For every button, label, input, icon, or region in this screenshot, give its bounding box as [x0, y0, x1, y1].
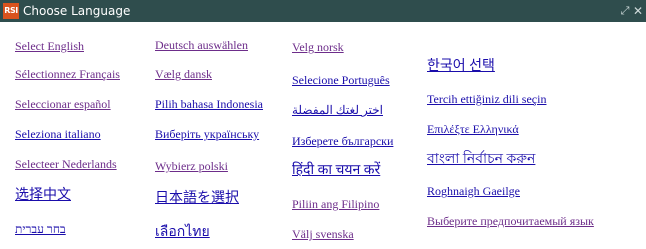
language-option-norwegian[interactable]: Velg norsk [292, 40, 344, 54]
language-option-dutch[interactable]: Selecteer Nederlands [15, 157, 117, 171]
language-option-portuguese[interactable]: Selecione Português [292, 73, 390, 87]
language-option-arabic[interactable]: اختر لغتك المفضلة [292, 103, 383, 117]
language-option-chinese[interactable]: 选择中文 [15, 188, 71, 204]
language-option-danish[interactable]: Vælg dansk [155, 67, 212, 81]
language-option-russian[interactable]: Выберите предпочитаемый язык [427, 214, 594, 228]
language-option-turkish[interactable]: Tercih ettiğiniz dili seçin [427, 92, 546, 106]
language-option-english[interactable]: Select English [15, 39, 84, 53]
language-option-hindi[interactable]: हिंदी का चयन करें [292, 163, 380, 179]
rsi-logo-icon: RSI [3, 3, 19, 19]
language-option-polish[interactable]: Wybierz polski [155, 159, 228, 173]
close-icon[interactable]: ✕ [631, 0, 645, 22]
language-options: Select English Sélectionnez Français Sel… [0, 22, 646, 249]
title-bar[interactable]: RSI Choose Language ⤢ ✕ [0, 0, 646, 22]
language-option-ukrainian[interactable]: Виберіть українську [155, 127, 259, 141]
language-option-filipino[interactable]: Piliin ang Filipino [292, 197, 379, 211]
language-option-italian[interactable]: Seleziona italiano [15, 127, 101, 141]
window-title: Choose Language [23, 4, 131, 18]
language-option-indonesian[interactable]: Pilih bahasa Indonesia [155, 97, 263, 111]
language-option-swedish[interactable]: Välj svenska [292, 227, 354, 241]
language-option-thai[interactable]: เลือกไทย [155, 225, 210, 241]
language-option-irish[interactable]: Roghnaigh Gaeilge [427, 184, 520, 198]
language-option-korean[interactable]: 한국어 선택 [427, 59, 495, 75]
language-option-french[interactable]: Sélectionnez Français [15, 67, 120, 81]
language-option-japanese[interactable]: 日本語を選択 [155, 191, 239, 207]
maximize-icon[interactable]: ⤢ [618, 0, 632, 22]
language-option-bengali[interactable]: বাংলা নির্বাচন করুন [427, 152, 535, 168]
language-option-spanish[interactable]: Seleccionar español [15, 97, 111, 111]
language-option-greek[interactable]: Επιλέξτε Ελληνικά [427, 122, 519, 136]
language-option-bulgarian[interactable]: Изберете български [292, 134, 393, 148]
language-option-german[interactable]: Deutsch auswählen [155, 38, 248, 52]
choose-language-window: RSI Choose Language ⤢ ✕ Select English S… [0, 0, 646, 249]
language-option-hebrew[interactable]: בחר עברית [15, 222, 66, 236]
